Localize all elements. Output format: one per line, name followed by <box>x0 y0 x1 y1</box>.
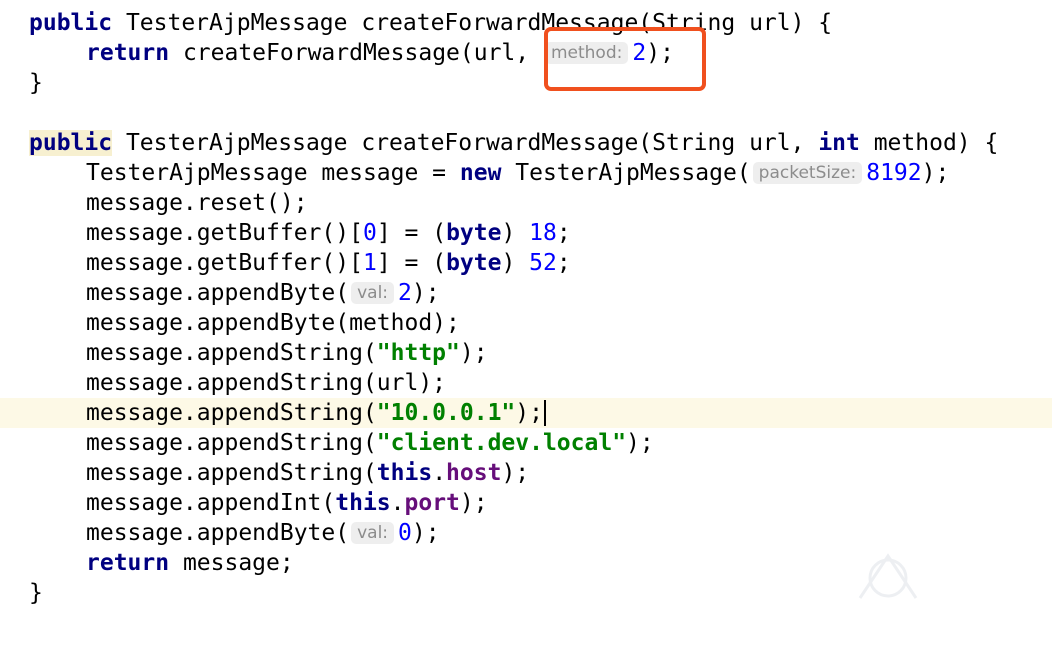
code-line-content: public TesterAjpMessage createForwardMes… <box>29 8 832 38</box>
code-line-content: message.appendByte(val: 2); <box>86 278 440 308</box>
current-code-line: message.appendString("10.0.0.1"); <box>0 398 1052 428</box>
keyword: public <box>29 10 113 36</box>
keyword: new <box>459 160 502 186</box>
field-reference: host <box>446 460 502 486</box>
code-line-content: message.getBuffer()[0] = (byte) 18; <box>86 218 571 248</box>
number-literal: 18 <box>529 220 557 246</box>
code-editor[interactable]: public TesterAjpMessage createForwardMes… <box>0 0 1052 612</box>
code-text: ] = ( <box>376 250 447 276</box>
code-text: ); <box>501 460 530 486</box>
code-line: message.getBuffer()[0] = (byte) 18; <box>0 218 1052 248</box>
parameter-hint: packetSize: <box>752 162 863 184</box>
code-text: . <box>432 460 447 486</box>
code-text: } <box>29 70 43 96</box>
string-literal: "client.dev.local" <box>376 430 627 456</box>
string-literal: "http" <box>376 340 460 366</box>
code-text: TesterAjpMessage createForwardMessage(St… <box>112 130 819 156</box>
code-text: ; <box>556 250 571 276</box>
code-text: ); <box>626 430 654 456</box>
code-line: message.appendString("client.dev.local")… <box>0 428 1052 458</box>
code-text: message.appendInt( <box>86 490 336 516</box>
keyword: int <box>818 130 860 156</box>
code-line-content: message.appendString("client.dev.local")… <box>86 428 654 458</box>
keyword: return <box>86 40 170 66</box>
code-line: message.appendByte(val: 0); <box>0 518 1052 548</box>
code-line-content: message.appendString("http"); <box>86 338 488 368</box>
code-line: message.appendString(this.host); <box>0 458 1052 488</box>
code-text: message.appendString( <box>86 340 377 366</box>
code-text: ); <box>459 490 488 516</box>
code-text: TesterAjpMessage message = <box>86 160 460 186</box>
code-text: TesterAjpMessage createForwardMessage(St… <box>112 10 833 36</box>
code-text: ); <box>411 280 440 306</box>
code-line: message.getBuffer()[1] = (byte) 52; <box>0 248 1052 278</box>
code-text: method) { <box>859 130 999 156</box>
keyword: byte <box>446 250 502 276</box>
code-line: message.appendByte(val: 2); <box>0 278 1052 308</box>
keyword: this <box>335 490 391 516</box>
number-literal: 0 <box>398 520 412 546</box>
code-text: message.appendString( <box>86 430 377 456</box>
code-text: ); <box>921 160 950 186</box>
code-text: message.appendByte( <box>86 280 350 306</box>
code-line: } <box>0 68 1052 98</box>
number-literal: 2 <box>398 280 412 306</box>
code-line-content: message.getBuffer()[1] = (byte) 52; <box>86 248 571 278</box>
code-line-content: message.appendString("10.0.0.1"); <box>86 398 546 428</box>
code-line: message.appendString("http"); <box>0 338 1052 368</box>
code-line-content: TesterAjpMessage message = new TesterAjp… <box>86 158 949 188</box>
code-text: } <box>29 580 43 606</box>
code-line: message.reset(); <box>0 188 1052 218</box>
parameter-hint: val: <box>351 522 395 544</box>
code-line: public TesterAjpMessage createForwardMes… <box>0 8 1052 38</box>
parameter-hint: val: <box>351 282 395 304</box>
number-literal: 52 <box>529 250 557 276</box>
number-literal: 8192 <box>866 160 922 186</box>
code-line: message.appendString(url); <box>0 368 1052 398</box>
code-text: message.getBuffer()[ <box>86 220 363 246</box>
code-text: ] = ( <box>376 220 447 246</box>
code-text: ); <box>459 340 488 366</box>
code-text: ); <box>515 400 543 426</box>
code-text: ) <box>501 250 530 276</box>
code-line: public TesterAjpMessage createForwardMes… <box>0 128 1052 158</box>
keyword: public <box>29 130 113 156</box>
code-line: return createForwardMessage(url, method:… <box>0 38 1052 68</box>
keyword: this <box>376 460 433 486</box>
code-text: createForwardMessage(url, <box>169 40 543 66</box>
code-text: TesterAjpMessage( <box>501 160 751 186</box>
code-text: ); <box>411 520 440 546</box>
string-literal: "10.0.0.1" <box>376 400 516 426</box>
code-text: message.appendString( <box>86 460 377 486</box>
code-text: message.appendByte( <box>86 520 350 546</box>
code-line: TesterAjpMessage message = new TesterAjp… <box>0 158 1052 188</box>
number-literal: 0 <box>362 220 377 246</box>
code-text: message.getBuffer()[ <box>86 250 363 276</box>
code-text: . <box>390 490 405 516</box>
code-line-content: message.appendInt(this.port); <box>86 488 488 518</box>
keyword: return <box>86 550 170 576</box>
code-line-content: return message; <box>86 548 294 578</box>
code-text: ; <box>556 220 571 246</box>
code-text: message.appendString(url); <box>86 370 447 396</box>
code-line-content: message.appendByte(val: 0); <box>86 518 440 548</box>
code-line-content: message.appendString(this.host); <box>86 458 529 488</box>
keyword: byte <box>446 220 502 246</box>
code-text: message; <box>169 550 294 576</box>
number-literal: 1 <box>362 250 377 276</box>
code-text: message.reset(); <box>86 190 308 216</box>
code-line: message.appendByte(method); <box>0 308 1052 338</box>
highlight-callout-box <box>544 27 706 91</box>
code-text: message.appendByte(method); <box>86 310 460 336</box>
text-caret <box>543 400 546 426</box>
code-text: ) <box>501 220 530 246</box>
code-line-content: public TesterAjpMessage createForwardMes… <box>29 128 998 158</box>
code-line: message.appendInt(this.port); <box>0 488 1052 518</box>
code-text: message.appendString( <box>86 400 377 426</box>
watermark-icon <box>858 553 918 599</box>
watermark-logo <box>848 548 1048 608</box>
field-reference: port <box>404 490 460 516</box>
